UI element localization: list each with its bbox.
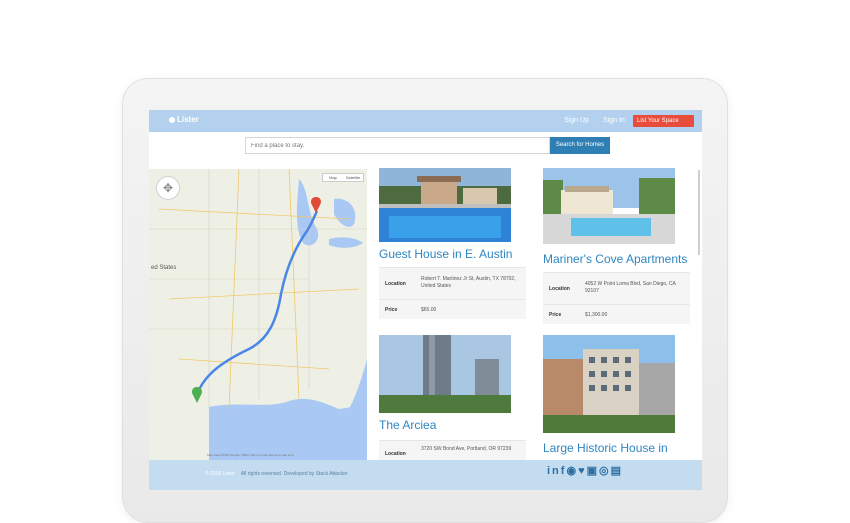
search-input[interactable] (245, 137, 550, 154)
listing-location-row: Location Robert T. Martinez Jr St, Austi… (379, 267, 526, 299)
twitter-icon[interactable]: ♥ (578, 465, 587, 477)
listing-title-guest-house[interactable]: Guest House in E. Austin (379, 247, 512, 261)
listing-title-large-historic-house[interactable]: Large Historic House in (543, 441, 668, 455)
github-icon[interactable]: ◉ (566, 465, 578, 477)
logo-text: Lister (177, 115, 199, 124)
location-label: Location (549, 286, 570, 292)
search-homes-button[interactable]: Search for Homes (550, 137, 610, 154)
map-pan-control-icon[interactable]: ✥ (156, 176, 180, 200)
listings-scrollbar[interactable] (698, 170, 700, 255)
footer-brand: © 2016 Lister (205, 471, 235, 477)
apartment-block-image (543, 335, 675, 433)
location-value: 3720 SW Bond Ave, Portland, OR 97239 (421, 446, 512, 452)
linkedin-icon[interactable]: in (547, 465, 561, 477)
instagram-icon[interactable]: ◎ (599, 465, 611, 477)
origin-marker-icon (192, 387, 202, 403)
listing-photo-the-arciea[interactable] (379, 335, 511, 413)
app-screen: Lister Sign Up Sign In List Your Space S… (149, 110, 702, 490)
map-panel[interactable]: ✥ Map Satellite ed States Map data ©2016 … (149, 169, 367, 461)
apartment-pool-image (543, 168, 675, 244)
map-graphic (149, 169, 367, 461)
sign-in-link[interactable]: Sign In (603, 117, 625, 124)
listing-title-mariners-cove[interactable]: Mariner's Cove Apartments (543, 252, 687, 266)
price-label: Price (549, 312, 562, 318)
location-label: Location (385, 281, 406, 287)
location-value: Robert T. Martinez Jr St, Austin, TX 787… (421, 276, 516, 289)
list-your-space-label: List Your Space (637, 118, 679, 124)
satellite-view-option[interactable]: Satellite (343, 174, 363, 182)
gulf-water (209, 398, 367, 461)
logo-icon (169, 117, 175, 123)
location-label: Location (385, 451, 406, 457)
map-attribution: Map data ©2016 Google, INEGI Terms of Us… (207, 453, 295, 457)
page-footer: © 2016 Lister All rights reserved. Develo… (149, 460, 702, 490)
footer-text: © 2016 Lister All rights reserved. Develo… (205, 471, 348, 477)
price-label: Price (385, 307, 398, 313)
listing-title-the-arciea[interactable]: The Arciea (379, 418, 436, 432)
atlantic-water (349, 359, 367, 409)
footer-copyright: All rights reserved. Developed by Stack … (240, 471, 348, 477)
app-logo[interactable]: Lister (169, 115, 199, 124)
list-your-space-button[interactable]: List Your Space (633, 115, 694, 127)
price-value: $65.00 (421, 307, 437, 313)
google-plus-icon[interactable]: ▤ (611, 465, 623, 477)
listing-photo-mariners-cove[interactable] (543, 168, 675, 244)
listing-location-row: Location 3720 SW Bond Ave, Portland, OR … (379, 440, 526, 462)
youtube-icon[interactable]: ▣ (587, 465, 599, 477)
tower-image (379, 335, 511, 413)
lake-huron (334, 198, 356, 227)
sign-up-link[interactable]: Sign Up (564, 117, 589, 124)
location-value: 4052 W Point Loma Blvd, San Diego, CA 92… (585, 281, 676, 294)
listing-photo-large-historic-house[interactable] (543, 335, 675, 433)
listing-photo-guest-house[interactable] (379, 168, 511, 242)
map-region-label: ed States (151, 265, 177, 271)
map-view-option[interactable]: Map (323, 174, 343, 182)
listing-price-row: Price $1,300.00 (543, 304, 690, 324)
map-type-toggle[interactable]: Map Satellite (322, 173, 364, 182)
listing-price-row: Price $65.00 (379, 299, 526, 319)
destination-marker-icon (311, 197, 321, 213)
listing-location-row: Location 4052 W Point Loma Blvd, San Die… (543, 272, 690, 304)
lake-michigan (296, 179, 319, 246)
top-navbar: Lister Sign Up Sign In List Your Space (149, 110, 702, 132)
lake-erie (329, 237, 363, 248)
price-value: $1,300.00 (585, 312, 608, 318)
social-links: inf◉♥▣◎▤ (547, 464, 623, 477)
pool-house-image (379, 168, 511, 242)
